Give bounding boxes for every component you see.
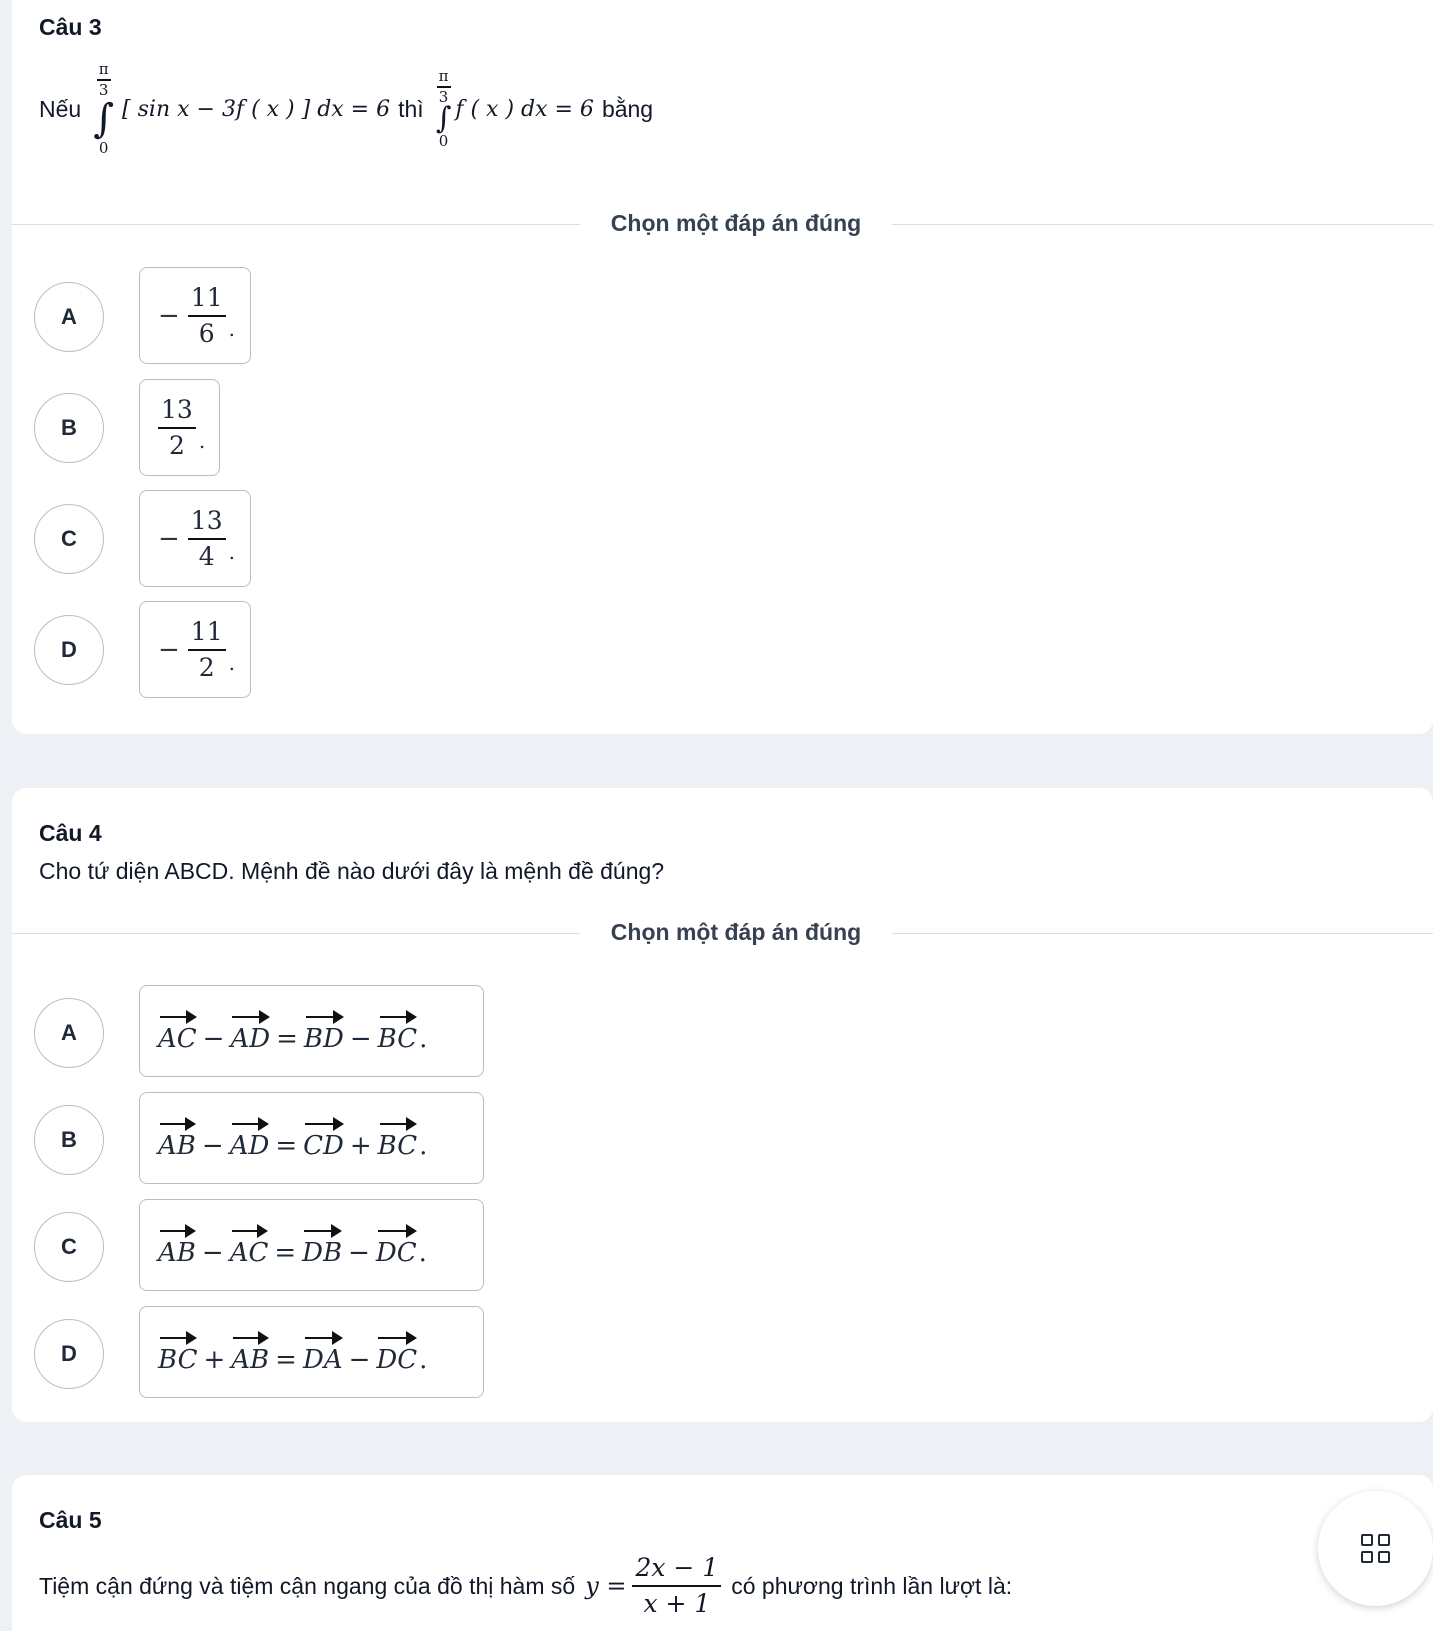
question-card-5: Câu 5 Tiệm cận đứng và tiệm cận ngang củ… <box>12 1475 1433 1631</box>
option-content[interactable]: AB − AC = DB − DC . <box>139 1199 484 1291</box>
option-letter[interactable]: D <box>34 1319 104 1389</box>
option-letter[interactable]: A <box>34 998 104 1068</box>
option-letter[interactable]: A <box>34 282 104 352</box>
function-fraction: 2x − 1 x + 1 <box>632 1551 722 1621</box>
integral-expression-2: f ( x ) dx = 6 <box>455 96 594 122</box>
option-content[interactable]: − 11 2 . <box>139 601 251 698</box>
question-text-before: Tiệm cận đứng và tiệm cận ngang của đồ t… <box>39 1572 576 1599</box>
question-title: Câu 3 <box>39 14 102 40</box>
question-title: Câu 4 <box>39 820 102 846</box>
option-content[interactable]: − 13 4 . <box>139 490 251 587</box>
question-text: Tiệm cận đứng và tiệm cận ngang của đồ t… <box>39 1538 1012 1631</box>
option-content[interactable]: − 11 6 . <box>139 267 251 364</box>
option-letter[interactable]: B <box>34 393 104 463</box>
question-text: Nếu π3 ∫ 0 [ sin x − 3f ( x ) ] dx = 6 t… <box>39 44 653 174</box>
question-card-3: Câu 3 Nếu π3 ∫ 0 [ sin x − 3f ( x ) ] dx… <box>12 0 1433 734</box>
option-content[interactable]: AB − AD = CD + BC . <box>139 1092 484 1184</box>
answer-prompt: Chọn một đáp án đúng <box>610 210 862 236</box>
grid-icon <box>1361 1534 1390 1563</box>
integral-symbol: π3 ∫ 0 <box>93 60 115 157</box>
integral-expression: [ sin x − 3f ( x ) ] dx = 6 <box>122 96 391 122</box>
function-lhs: y = <box>585 1572 627 1600</box>
answer-prompt-divider: Chọn một đáp án đúng <box>12 916 1433 950</box>
answer-prompt-divider: Chọn một đáp án đúng <box>12 207 1433 241</box>
option-letter[interactable]: D <box>34 615 104 685</box>
option-content[interactable]: 13 2 . <box>139 379 220 476</box>
question-card-4: Câu 4 Cho tứ diện ABCD. Mệnh đề nào dưới… <box>12 788 1433 1422</box>
option-content[interactable]: AC − AD = BD − BC . <box>139 985 484 1077</box>
option-letter[interactable]: C <box>34 1212 104 1282</box>
question-connector: thì <box>398 95 424 122</box>
option-content[interactable]: BC + AB = DA − DC . <box>139 1306 484 1398</box>
question-suffix: bằng <box>601 95 654 122</box>
question-grid-button[interactable] <box>1318 1491 1433 1606</box>
question-prefix: Nếu <box>39 95 82 122</box>
question-text-after: có phương trình lần lượt là: <box>731 1572 1013 1599</box>
question-title: Câu 5 <box>39 1507 102 1533</box>
option-letter[interactable]: B <box>34 1105 104 1175</box>
option-letter[interactable]: C <box>34 504 104 574</box>
answer-prompt: Chọn một đáp án đúng <box>610 919 862 945</box>
integral-symbol-2: π3 ∫ 0 <box>435 67 452 150</box>
question-text: Cho tứ diện ABCD. Mệnh đề nào dưới đây l… <box>39 858 665 884</box>
